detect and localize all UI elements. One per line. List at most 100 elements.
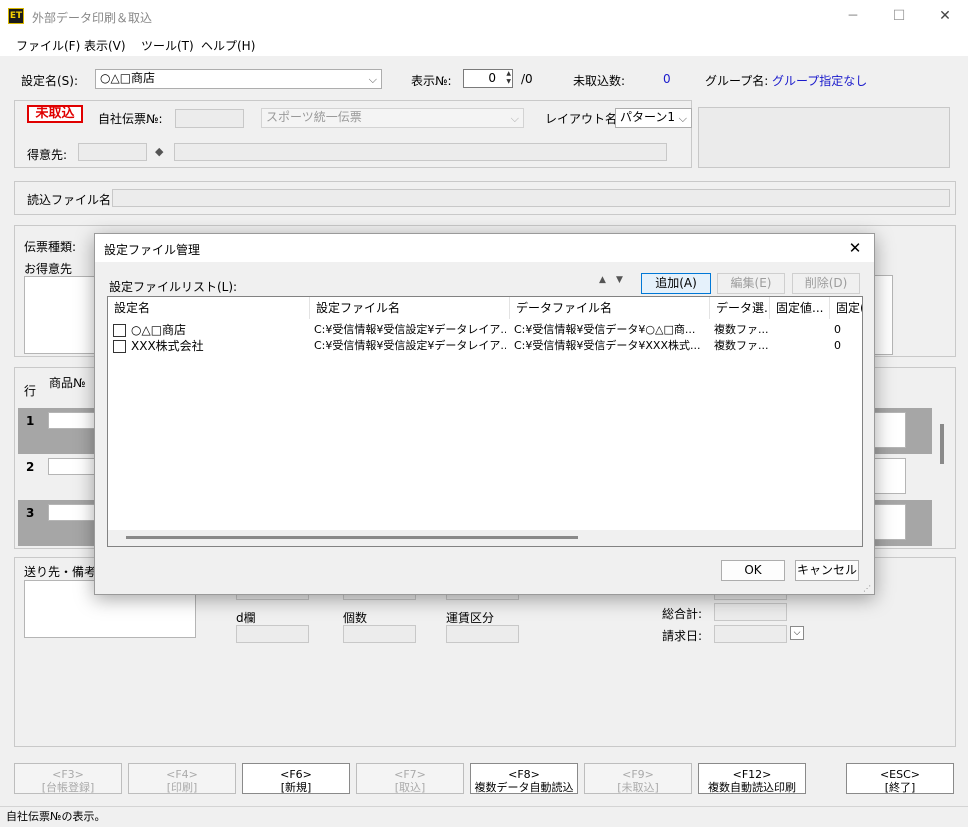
fkey-label: [未取込] [617,781,659,794]
row-fixed-value [774,338,828,354]
column-header[interactable]: 設定ファイル名 [310,297,510,319]
fkey-code: <ESC> [879,768,921,781]
right-cell[interactable] [874,504,906,540]
own-slip-field [175,109,244,128]
slip-type-value: スポーツ統一伝票 [266,110,362,124]
add-button[interactable]: 追加(A) [641,273,711,294]
fkey-code: <F4> [166,768,198,781]
grand-total-label: 総合計: [662,607,703,621]
column-header[interactable]: データファイル名 [510,297,710,319]
f3-ledger-button[interactable]: <F3> [台帳登録] [14,763,122,794]
resize-grip-icon[interactable]: ⋰ [863,584,873,594]
cancel-button[interactable]: キャンセル [795,560,859,581]
setting-name-label: 設定名(S): [21,74,79,88]
slip-right-box [873,275,893,355]
fkey-label: [印刷] [166,781,198,794]
f9-unimported-button[interactable]: <F9> [未取込] [584,763,692,794]
display-no-value: 0 [488,71,496,85]
row-setting-file: C:¥受信情報¥受信設定¥データレイア... [314,323,506,336]
billing-date-label: 請求日: [662,629,703,643]
row-checkbox[interactable] [113,340,126,353]
menu-tools[interactable]: ツール(T) [141,37,194,54]
status-bar: 自社伝票№の表示。 [0,806,968,827]
layout-name-combo[interactable]: パターン1 ⌵ [615,108,692,128]
d-column-label: d欄 [236,611,256,625]
fkey-label: 複数自動読込印刷 [708,781,796,794]
product-cell[interactable] [48,412,98,429]
layout-name-label: レイアウト名: [545,112,622,126]
menu-view[interactable]: 表示(V) [84,37,126,54]
customer-code-field [78,143,147,161]
column-header[interactable]: データ選... [710,297,770,319]
footer-field-top [343,595,416,600]
product-cell[interactable] [48,504,98,521]
chevron-down-icon: ⌵ [510,112,519,125]
fkey-label: 複数データ自動読込 [474,781,574,794]
fkey-code: <F6> [280,768,312,781]
maximize-button[interactable]: ☐ [876,0,922,32]
row-setting-name: XXX株式会社 [131,339,204,353]
row-number: 3 [26,506,35,520]
group-name-value: グループ指定なし [772,74,868,88]
list-item[interactable]: XXX株式会社 C:¥受信情報¥受信設定¥データレイア... C:¥受信情報¥受… [108,338,862,354]
grid-scrollbar[interactable] [940,424,944,464]
row-checkbox[interactable] [113,324,126,337]
esc-exit-button[interactable]: <ESC> [終了] [846,763,954,794]
column-header[interactable]: 固定値... [770,297,830,319]
delete-button[interactable]: 削除(D) [792,273,860,294]
move-up-icon[interactable]: ▲ [599,275,606,285]
fkey-code: <F8> [508,768,540,781]
close-button[interactable]: ✕ [922,0,968,32]
fkey-code: <F9> [622,768,654,781]
row-data-select: 複数ファ... [714,339,768,352]
settings-file-list[interactable]: 設定名 設定ファイル名 データファイル名 データ選... 固定値... 固定( … [107,296,863,547]
list-item[interactable]: ○△□商店 C:¥受信情報¥受信設定¥データレイア... C:¥受信情報¥受信デ… [108,322,862,338]
ok-button[interactable]: OK [721,560,785,581]
column-header[interactable]: 設定名 [108,297,310,319]
f6-new-button[interactable]: <F6> [新規] [242,763,350,794]
status-badge: 未取込 [27,105,83,123]
menu-help[interactable]: ヘルプ(H) [201,37,255,54]
f8-auto-read-button[interactable]: <F8> 複数データ自動読込 [470,763,578,794]
dialog-close-button[interactable]: ✕ [843,237,867,259]
right-cell[interactable] [874,412,906,448]
display-no-spinner[interactable]: 0 ▲ ▼ [463,69,513,88]
freight-label: 運賃区分 [446,611,495,625]
freight-field [446,625,519,643]
column-header[interactable]: 固定( [830,297,862,319]
display-no-total: /0 [521,72,533,86]
menu-file[interactable]: ファイル(F) [16,37,80,54]
row-data-select: 複数ファ... [714,323,768,336]
slip-type-combo: スポーツ統一伝票 ⌵ [261,108,524,128]
date-picker-button[interactable]: ⌵ [790,626,804,640]
own-slip-label: 自社伝票№: [98,112,163,126]
edit-button[interactable]: 編集(E) [717,273,785,294]
side-panel [698,107,950,168]
scrollbar-thumb[interactable] [126,536,578,539]
unimported-label: 未取込数: [573,74,626,88]
row-data-file: C:¥受信情報¥受信データ¥XXX株式... [514,339,701,352]
setting-name-combo[interactable]: ○△□商店 ⌵ [95,69,382,89]
move-down-icon[interactable]: ▼ [616,275,623,285]
right-cell[interactable] [874,458,906,494]
fkey-code: <F3> [52,768,84,781]
f7-import-button[interactable]: <F7> [取込] [356,763,464,794]
row-data-file: C:¥受信情報¥受信データ¥○△□商... [514,323,696,336]
slip-type-label: 伝票種類: [24,240,77,254]
minimize-button[interactable]: ─ [830,0,876,32]
group-name-label: グループ名: [705,74,769,88]
customer-box-label: お得意先 [24,262,73,276]
spin-arrows-icon[interactable]: ▲ ▼ [506,70,511,86]
title-bar: ET 外部データ印刷＆取込 ─ ☐ ✕ [0,0,968,32]
f12-auto-read-print-button[interactable]: <F12> 複数自動読込印刷 [698,763,806,794]
fkey-label: [取込] [394,781,426,794]
billing-date-field [714,625,787,643]
row-number: 2 [26,460,35,474]
horizontal-scrollbar[interactable] [108,530,862,546]
app-icon: ET [8,8,24,24]
row-label: 行 [24,384,37,398]
product-cell[interactable] [48,458,98,475]
row-number: 1 [26,414,35,428]
settings-file-dialog: 設定ファイル管理 ✕ 設定ファイルリスト(L): ▲ ▼ 追加(A) 編集(E)… [94,233,875,595]
f4-print-button[interactable]: <F4> [印刷] [128,763,236,794]
